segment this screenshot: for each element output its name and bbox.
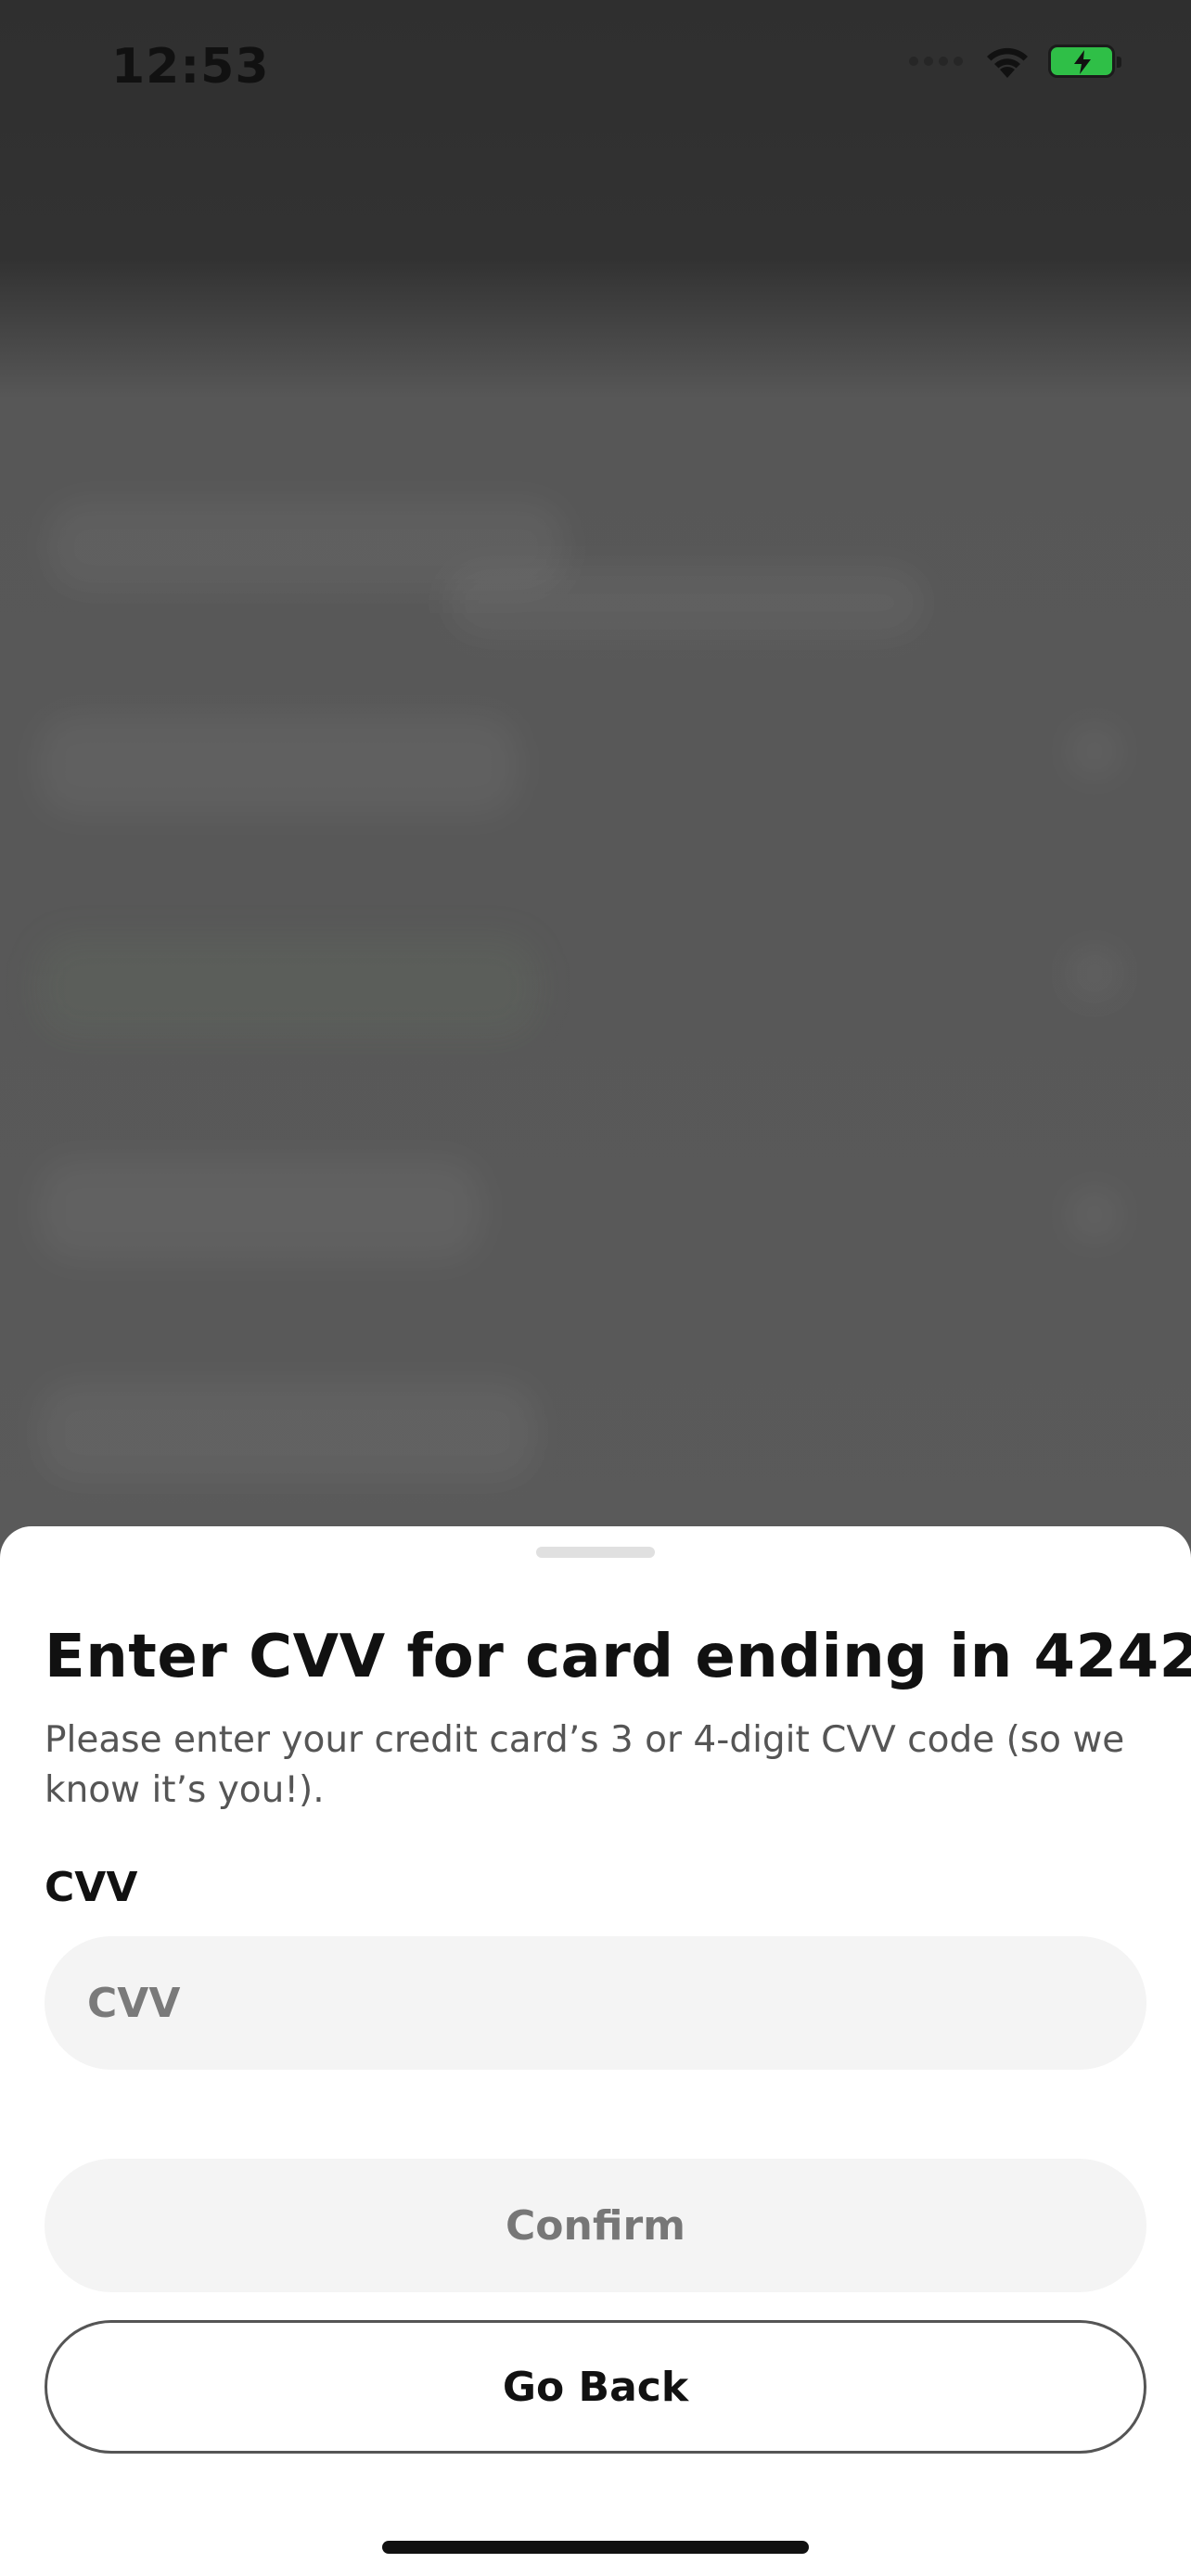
blurred-background-block [37,714,519,816]
cvv-bottom-sheet: Enter CVV for card ending in 4242 Please… [0,1526,1191,2576]
cvv-input[interactable] [45,1936,1146,2070]
home-indicator [382,2541,809,2554]
sheet-grabber-handle[interactable] [536,1547,655,1558]
status-icons [909,43,1121,80]
sheet-title: Enter CVV for card ending in 4242 [45,1623,1191,1691]
blurred-background-block [37,937,538,1039]
blurred-background-block [1067,723,1122,779]
status-bar: 12:53 [0,0,1191,139]
sheet-description: Please enter your credit card’s 3 or 4-d… [45,1719,1125,1811]
confirm-button[interactable]: Confirm [45,2159,1146,2292]
blurred-background-block [445,566,928,640]
go-back-button[interactable]: Go Back [45,2320,1146,2454]
cellular-signal-icon [909,57,963,66]
blurred-background-block [1067,1187,1122,1243]
status-time: 12:53 [111,39,270,95]
blurred-background-block [37,1382,538,1484]
battery-charging-icon [1048,45,1121,78]
blurred-background-block [37,1159,482,1261]
wifi-icon [987,47,1028,78]
cvv-field-label: CVV [45,1864,138,1911]
blurred-background-block [1067,946,1122,1001]
